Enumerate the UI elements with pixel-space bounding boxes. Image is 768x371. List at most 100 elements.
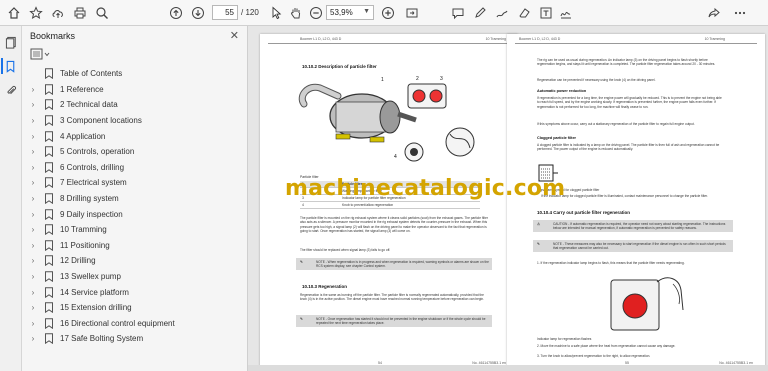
- comment-icon[interactable]: [450, 5, 466, 21]
- body-paragraph: Regeneration is the same as burning off …: [300, 293, 485, 302]
- bookmark-icon: [45, 240, 53, 251]
- section-title: 10.10.4 Carry out particle filter regene…: [537, 210, 631, 215]
- bookmark-item[interactable]: › 1 Reference: [22, 82, 248, 98]
- horizontal-scrollbar[interactable]: [248, 365, 768, 371]
- bookmark-icon: [45, 333, 53, 345]
- chevron-right-icon[interactable]: ›: [28, 116, 38, 125]
- side-rail: [0, 26, 22, 371]
- bookmark-label: 14 Service platform: [60, 287, 129, 297]
- bookmark-item[interactable]: › 9 Daily inspection: [22, 206, 248, 222]
- bookmark-item[interactable]: › 3 Component locations: [22, 113, 248, 129]
- sign-icon[interactable]: [558, 5, 574, 21]
- bookmark-label: 6 Controls, drilling: [60, 162, 125, 172]
- bookmark-item[interactable]: › 11 Positioning: [22, 238, 248, 254]
- note-box: ✎ NOTE - When regeneration is in progres…: [296, 258, 492, 271]
- page-header-right: 10 Tramming: [704, 37, 725, 41]
- particle-filter-illustration: 2 3 1 4: [298, 76, 475, 162]
- home-icon[interactable]: [6, 5, 22, 21]
- pdf-page-left: Boomer L1 D, L2 D, 443 D 10 Tramming 10.…: [260, 34, 518, 369]
- top-toolbar: 55 / 120 53,9% ▼: [0, 0, 768, 26]
- bookmark-item[interactable]: › 8 Drilling system: [22, 191, 248, 207]
- subheading: Clogged particle filter: [537, 136, 577, 140]
- bookmark-item[interactable]: › 10 Tramming: [22, 222, 248, 238]
- chevron-right-icon[interactable]: ›: [28, 288, 38, 297]
- bookmark-icon: [45, 318, 53, 329]
- bookmark-item[interactable]: › 17 Safe Bolting System: [22, 331, 248, 347]
- bookmark-item[interactable]: › 7 Electrical system: [22, 175, 248, 191]
- chevron-right-icon[interactable]: ›: [28, 100, 38, 109]
- bookmark-item[interactable]: › 12 Drilling: [22, 253, 248, 269]
- bookmark-item[interactable]: › 6 Controls, drilling: [22, 160, 248, 176]
- chevron-right-icon[interactable]: ›: [28, 303, 38, 312]
- warning-box: ⚠ CAUTION - If automatic regeneration is…: [533, 220, 733, 233]
- bookmark-item[interactable]: › 16 Directional control equipment: [22, 316, 248, 332]
- highlight-pen-icon[interactable]: [472, 5, 488, 21]
- search-icon[interactable]: [94, 5, 110, 21]
- table-row: 4 Knob to prevent/allow regeneration: [300, 201, 480, 209]
- step-text: 2. Move the machine to a safe place wher…: [537, 344, 676, 348]
- attachments-icon[interactable]: [3, 82, 19, 98]
- chevron-right-icon[interactable]: ›: [28, 241, 38, 250]
- bookmark-label: 2 Technical data: [60, 100, 118, 110]
- page-header-left: Boomer L1 D, L2 D, 443 D: [300, 37, 342, 41]
- bookmark-item[interactable]: › 14 Service platform: [22, 284, 248, 300]
- chevron-right-icon[interactable]: ›: [28, 319, 38, 328]
- body-paragraph: The filter should be replaced when signa…: [300, 248, 391, 252]
- upload-cloud-icon[interactable]: [50, 5, 66, 21]
- bookmarks-panel: Bookmarks ✕ Table of Contents › 1 Referenc…: [22, 26, 248, 371]
- chevron-down-icon: ▼: [363, 8, 370, 15]
- close-icon[interactable]: ✕: [230, 29, 239, 42]
- bookmark-item[interactable]: › 5 Controls, operation: [22, 144, 248, 160]
- header-rule: [268, 43, 510, 44]
- bookmark-icon: [45, 68, 53, 80]
- bookmark-item[interactable]: › 13 Swellex pump: [22, 269, 248, 285]
- note-text: NOTE - When regeneration is in progress …: [316, 260, 489, 269]
- prev-page-icon[interactable]: [168, 5, 184, 21]
- chevron-right-icon[interactable]: ›: [28, 132, 38, 141]
- bookmark-item[interactable]: › 4 Application: [22, 128, 248, 144]
- fit-page-icon[interactable]: [404, 5, 420, 21]
- hand-tool-icon[interactable]: [288, 5, 304, 21]
- chevron-right-icon[interactable]: ›: [28, 178, 38, 187]
- chevron-right-icon[interactable]: ›: [28, 85, 38, 94]
- chevron-right-icon[interactable]: ›: [28, 147, 38, 156]
- chevron-right-icon[interactable]: ›: [28, 272, 38, 281]
- draw-icon[interactable]: [494, 5, 510, 21]
- zoom-in-icon[interactable]: [380, 5, 396, 21]
- header-rule: [515, 43, 757, 44]
- chevron-right-icon[interactable]: ›: [28, 163, 38, 172]
- page-number-input[interactable]: 55: [212, 5, 238, 20]
- next-page-icon[interactable]: [190, 5, 206, 21]
- zoom-select[interactable]: 53,9% ▼: [326, 5, 374, 20]
- text-tool-icon[interactable]: [538, 5, 554, 21]
- pdf-page-right: Boomer L1 D, L2 D, 443 D 10 Tramming The…: [507, 34, 765, 369]
- section-title: 10.10.2 Description of particle filter: [302, 64, 377, 69]
- svg-text:1: 1: [381, 77, 384, 83]
- body-paragraph: The rig can be used as usual during rege…: [537, 58, 716, 67]
- more-icon[interactable]: [732, 5, 748, 21]
- bookmark-item[interactable]: Table of Contents: [22, 66, 248, 82]
- figure-caption: Indicator lamp for regeneration flashes: [537, 337, 592, 341]
- bookmark-icon: [45, 271, 53, 283]
- thumbnails-icon[interactable]: [3, 34, 19, 50]
- chevron-right-icon[interactable]: ›: [28, 210, 38, 219]
- note-box: ✎ NOTE - These measures may also be nece…: [533, 240, 733, 253]
- bookmark-icon: [45, 130, 53, 142]
- chevron-right-icon[interactable]: ›: [28, 256, 38, 265]
- bookmark-item[interactable]: › 2 Technical data: [22, 97, 248, 113]
- chevron-right-icon[interactable]: ›: [28, 225, 38, 234]
- step-text: 1. If the regeneration indicator lamp be…: [537, 261, 685, 265]
- bookmarks-panel-icon[interactable]: [1, 58, 17, 74]
- select-cursor-icon[interactable]: [268, 5, 284, 21]
- bookmark-item[interactable]: › 15 Extension drilling: [22, 300, 248, 316]
- print-icon[interactable]: [72, 5, 88, 21]
- chevron-right-icon[interactable]: ›: [28, 334, 38, 343]
- watermark-text: machinecatalogic.com: [285, 176, 566, 201]
- bookmark-icon: [45, 84, 53, 95]
- bookmark-options-button[interactable]: [30, 48, 52, 60]
- erase-icon[interactable]: [516, 5, 532, 21]
- chevron-right-icon[interactable]: ›: [28, 194, 38, 203]
- bookmark-star-icon[interactable]: [28, 5, 44, 21]
- share-icon[interactable]: [706, 5, 722, 21]
- zoom-out-icon[interactable]: [308, 5, 324, 21]
